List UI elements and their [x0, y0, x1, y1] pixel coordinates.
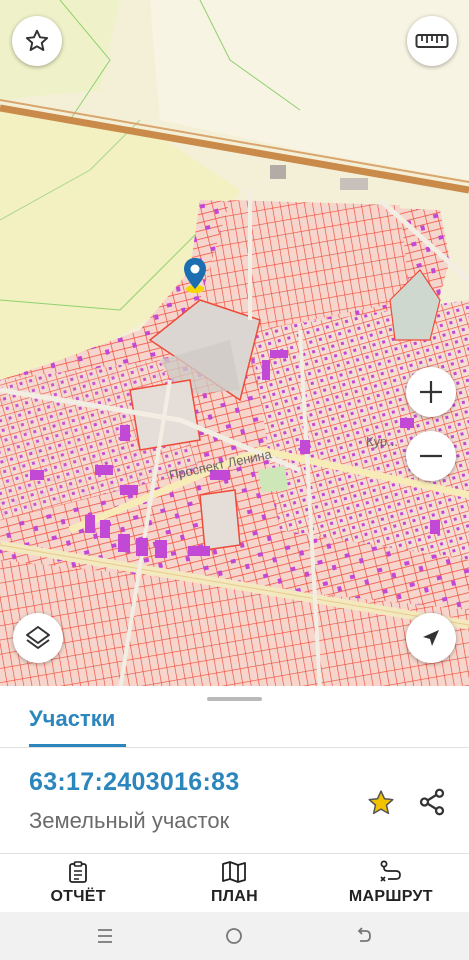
- star-outline-icon: [25, 29, 49, 51]
- report-icon: [69, 861, 88, 883]
- district-label: Кур...: [366, 434, 398, 449]
- cadastral-number[interactable]: 63:17:2403016:83: [29, 768, 240, 797]
- report-label: ОТЧЁТ: [50, 888, 106, 905]
- zoom-out-button[interactable]: [406, 431, 456, 481]
- location-pin-icon[interactable]: [183, 257, 207, 293]
- sheet-drag-handle[interactable]: [207, 697, 262, 701]
- ruler-button[interactable]: [407, 16, 457, 66]
- plan-button[interactable]: ПЛАН: [156, 854, 312, 912]
- route-icon: [380, 860, 401, 882]
- map-plan-icon: [222, 861, 247, 883]
- tab-parcels[interactable]: Участки: [29, 704, 115, 748]
- share-icon[interactable]: [417, 787, 447, 817]
- plus-icon: [420, 381, 442, 403]
- ruler-icon: [415, 34, 449, 48]
- tab-active-indicator: [29, 744, 126, 747]
- map-view[interactable]: Проспект Ленина Кур...: [0, 0, 469, 690]
- my-location-button[interactable]: [406, 613, 456, 663]
- navigation-arrow-icon: [423, 630, 439, 646]
- plan-label: ПЛАН: [210, 888, 259, 905]
- system-navigation-bar: [0, 912, 469, 960]
- home-button[interactable]: [214, 916, 254, 956]
- star-filled-icon[interactable]: [366, 788, 396, 818]
- map-canvas[interactable]: [0, 0, 469, 690]
- parcel-card[interactable]: 63:17:2403016:83 Земельный участок: [0, 748, 469, 854]
- layers-button[interactable]: [13, 613, 63, 663]
- route-button[interactable]: МАРШРУТ: [313, 854, 469, 912]
- minus-icon: [420, 454, 442, 458]
- zoom-in-button[interactable]: [406, 367, 456, 417]
- back-arrow-icon: [357, 927, 372, 942]
- recent-apps-button[interactable]: [85, 916, 125, 956]
- parcel-type: Земельный участок: [29, 808, 230, 833]
- menu-lines-icon: [97, 929, 112, 943]
- circle-home-icon: [226, 928, 243, 944]
- action-bar: ОТЧЁТ ПЛАН МАРШРУТ: [0, 854, 469, 912]
- route-label: МАРШРУТ: [348, 888, 433, 905]
- tab-bar: Участки: [0, 704, 469, 748]
- layers-icon: [26, 626, 50, 649]
- favorite-button[interactable]: [12, 16, 62, 66]
- bottom-sheet: Участки 63:17:2403016:83 Земельный участ…: [0, 686, 469, 912]
- back-button[interactable]: [344, 916, 384, 956]
- report-button[interactable]: ОТЧЁТ: [0, 854, 156, 912]
